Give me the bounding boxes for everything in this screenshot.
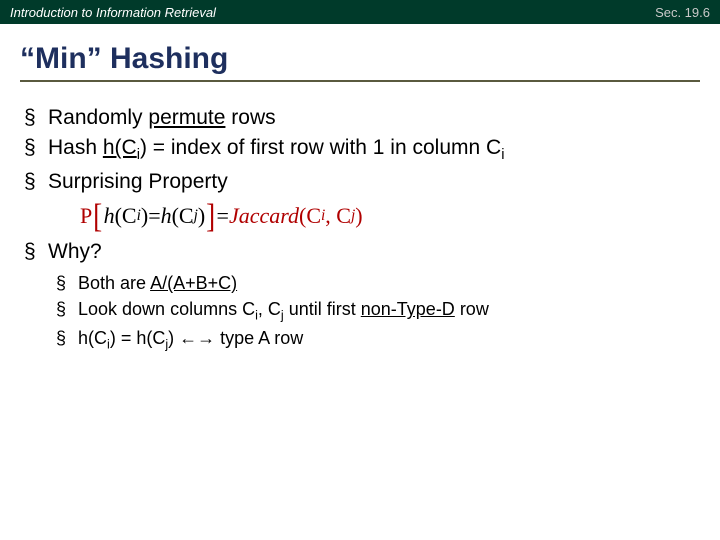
eq-c2a: (C [172, 203, 194, 229]
s3-a: h(C [78, 328, 107, 348]
b2-sub2: i [501, 148, 504, 164]
s2-end: row [455, 299, 489, 319]
sub-list: Both are A/(A+B+C) Look down columns Ci,… [56, 270, 696, 354]
b1-pre: Randomly [48, 106, 148, 129]
b2-pre: Hash [48, 136, 103, 159]
eq-c1b: ) [141, 203, 148, 229]
header-bar: Introduction to Information Retrieval Se… [0, 0, 720, 24]
header-left: Introduction to Information Retrieval [10, 5, 216, 20]
eq-jb: ) [355, 203, 362, 229]
bullet-3: Surprising Property [24, 168, 696, 196]
s3-c: ) ←→ type A row [168, 328, 303, 348]
content: Randomly permute rows Hash h(Ci) = index… [0, 82, 720, 354]
bullet-list: Randomly permute rows Hash h(C i) = index… [24, 104, 696, 197]
s2-post: until first [284, 299, 361, 319]
bullet-2: Hash h(C i) = index of first row with 1 i… [24, 134, 696, 166]
s1-em: A/(A+B+C) [150, 273, 237, 293]
eq-c1a: (C [115, 203, 137, 229]
sub-3: h(Ci) = h(Cj) ←→ type A row [56, 325, 696, 354]
eq-h2: h [161, 203, 172, 229]
eq-rbracket: ] [206, 203, 215, 230]
eq-jaccard: Jaccard [229, 203, 299, 229]
eq-jm: , C [325, 203, 351, 229]
eq-eq1: = [148, 203, 160, 229]
eq-p: P [80, 203, 92, 229]
eq-eq2: = [217, 203, 229, 229]
b4: Why? [48, 240, 102, 263]
bullet-1: Randomly permute rows [24, 104, 696, 132]
s2-u: non-Type-D [361, 299, 455, 319]
eq-ja: (C [299, 203, 321, 229]
eq-c2b: ) [198, 203, 205, 229]
b1-em: permute [148, 106, 225, 129]
bullet-4: Why? Both are A/(A+B+C) Look down column… [24, 238, 696, 354]
eq-h1: h [104, 203, 115, 229]
s3-b: ) = h(C [110, 328, 166, 348]
s2-mid: , C [258, 299, 281, 319]
b1-post: rows [225, 106, 275, 129]
s2-pre: Look down columns C [78, 299, 255, 319]
equation: P [ h (Ci) = h (Cj) ] = Jaccard (Ci, Cj) [80, 203, 696, 230]
eq-lbracket: [ [93, 203, 102, 230]
s1-pre: Both are [78, 273, 150, 293]
bullet-list-2: Why? Both are A/(A+B+C) Look down column… [24, 238, 696, 354]
b2-fn: h(C [103, 136, 137, 159]
b2-mid: ) = index of first row with 1 in column … [140, 136, 501, 159]
sub-1: Both are A/(A+B+C) [56, 270, 696, 296]
sub-2: Look down columns Ci, Cj until first non… [56, 296, 696, 325]
page-title: “Min” Hashing [20, 42, 700, 76]
header-right: Sec. 19.6 [655, 5, 710, 20]
title-wrap: “Min” Hashing [20, 42, 700, 82]
